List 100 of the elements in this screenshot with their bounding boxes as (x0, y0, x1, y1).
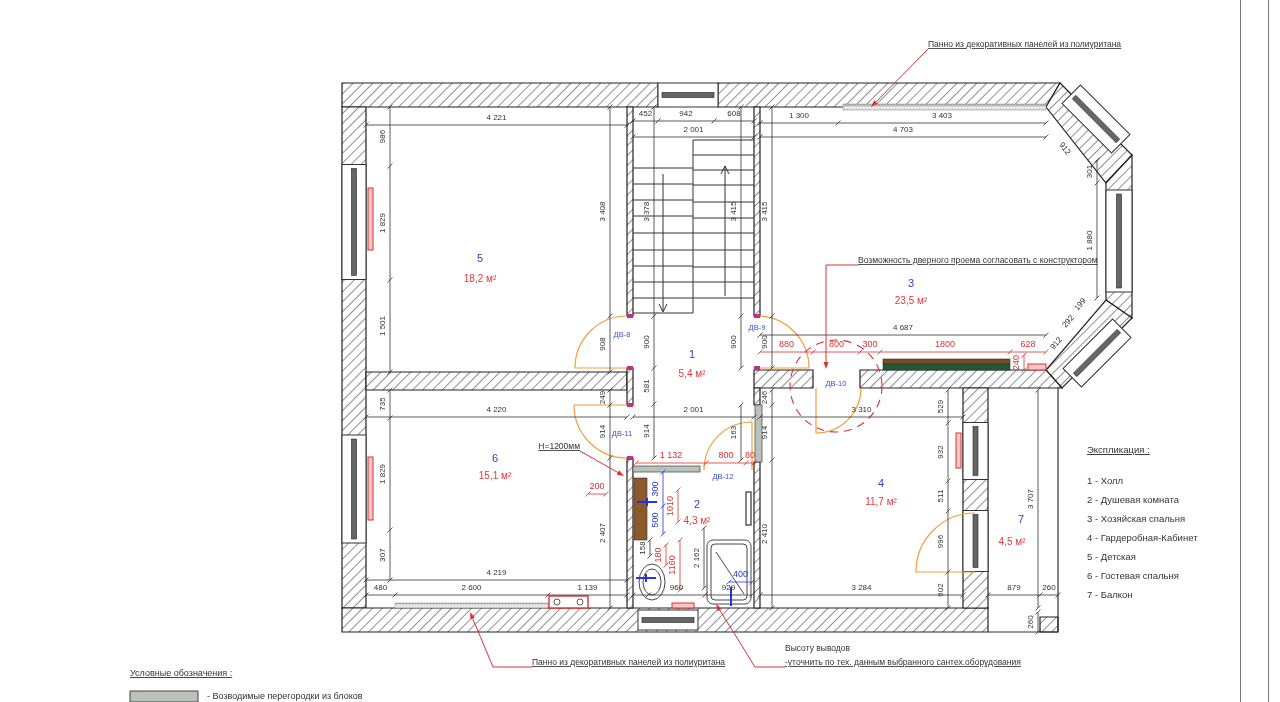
dimension-label: 3 403 (932, 111, 952, 120)
dimension-label: 163 (729, 425, 738, 440)
leader-arrow (871, 48, 929, 107)
dimension-label: 912 (1057, 140, 1073, 157)
dimension-label: 2 162 (692, 548, 701, 568)
dimension-label: 3 408 (598, 201, 607, 222)
room-number: 6 (491, 452, 499, 464)
explication-item: 5 - Детская (1087, 551, 1136, 562)
annotation: Панно из декоративных панелей из полиуритана (532, 657, 726, 667)
dimension-label: 246 (760, 390, 769, 405)
room-area: 4,5 м² (998, 536, 1026, 547)
legend-swatch (129, 690, 199, 702)
dimension-label: 2 407 (598, 523, 607, 543)
shower-tray (706, 539, 752, 605)
dimension-line (647, 537, 653, 559)
dimension-label: 1 139 (577, 583, 598, 592)
dimension-label: 628 (1020, 339, 1036, 349)
dimension-line (726, 579, 755, 585)
room-number: 1 (688, 348, 696, 360)
room-area: 5,4 м² (678, 368, 706, 379)
legend-label: - Возводимые перегородки из блоков (207, 691, 363, 701)
dimension-label: 1 829 (378, 464, 387, 484)
dimension-label: 199 (1072, 296, 1088, 313)
dimension-label: 912 (1048, 335, 1064, 352)
dimension-label: 260 (1042, 583, 1056, 592)
dimension-label: 996 (936, 534, 945, 549)
dimension-line (675, 487, 681, 525)
leader-arrow (470, 612, 533, 668)
dimension-label: 986 (378, 129, 387, 144)
dimension-label: 400 (733, 569, 748, 579)
annotation: Панно из декоративных панелей из полиуритана (928, 39, 1122, 49)
dimension-label: 260 (1026, 615, 1035, 629)
dimension-label: 500 (650, 512, 660, 528)
dimension-label: 942 (679, 109, 693, 118)
room-area: 15,1 м² (478, 470, 512, 481)
dimension-label: 307 (378, 548, 387, 562)
annotation: Возможность дверного проема согласовать с конструктором (858, 255, 1098, 265)
room-number: 3 (907, 277, 915, 289)
dimension-label: 929 (721, 583, 736, 592)
dimension-label: 1 880 (1085, 230, 1094, 251)
room-area: 11,7 м² (865, 496, 897, 507)
room-area: 18,2 м² (463, 273, 497, 284)
explication-item: 3 - Хозяйская спальня (1087, 513, 1186, 524)
dimension-label: 529 (936, 399, 945, 414)
room-number: 7 (1017, 513, 1025, 525)
dimension-label: 2 001 (683, 125, 704, 134)
dimension-label: 1 501 (378, 316, 387, 336)
dimension-label: 3 378 (642, 201, 651, 222)
dimension-label: 4 219 (486, 568, 507, 577)
radiator (367, 187, 374, 251)
annotation: Н=1200мм (538, 441, 580, 451)
window (962, 422, 989, 480)
dimension-label: 180 (653, 547, 663, 563)
legend-title: Условные обозначения : (130, 668, 233, 678)
dimension-label: 3 284 (851, 583, 872, 592)
annotation: Высоту выводов -уточнить по тех. данным выбранного сантех.оборудования (785, 643, 1021, 667)
door-swing (574, 314, 633, 370)
dimension-label: 292 (1060, 313, 1076, 330)
pipe-outlet (635, 573, 657, 583)
dimension-label: 581 (642, 379, 651, 393)
dimension-label: 1 132 (659, 450, 683, 460)
radiator (671, 602, 695, 609)
partition (754, 404, 763, 463)
window (962, 510, 989, 572)
dimension-label: 300 (862, 339, 878, 349)
dimension-label: 914 (598, 424, 607, 439)
dimension-label: 879 (1007, 583, 1021, 592)
explication-item: 1 - Холл (1087, 475, 1124, 486)
door-swing (915, 512, 976, 573)
dimension-label: 301 (1085, 164, 1094, 179)
dimension-label: 3 310 (851, 405, 872, 414)
dimension-label: 158 (638, 541, 647, 555)
explication-title: Экспликация : (1087, 444, 1150, 455)
room-area: 4,3 м² (683, 515, 711, 526)
dimension-label: 200 (589, 481, 605, 491)
dimension-label: 4 220 (486, 405, 507, 414)
toilet (638, 563, 666, 601)
dimension-label: 1800 (935, 339, 955, 349)
dimension-label: 914 (760, 425, 769, 440)
dimension-label: 880 (779, 339, 794, 349)
dimension-label: 908 (598, 337, 607, 351)
dimension-label: 602 (936, 583, 945, 597)
dimension-label: 960 (669, 583, 684, 592)
leader-arrow (579, 450, 624, 476)
radiator (367, 456, 374, 521)
dimension-label: 480 (373, 583, 388, 592)
dimension-label: 800 (718, 450, 734, 460)
dimension-label: 1 300 (789, 111, 809, 120)
pipe-outlet (636, 497, 658, 507)
dimension-label: 608 (727, 109, 741, 118)
explication-item: 4 - Гардеробная-Кабинет (1087, 532, 1198, 543)
dimension-label: 900 (729, 335, 738, 349)
dimension-line (663, 542, 669, 568)
explication-item: 6 - Гостевая спальня (1087, 570, 1179, 581)
dimension-label: 2 600 (461, 583, 482, 592)
dimension-label: 1160 (667, 555, 677, 575)
room-number: 4 (877, 477, 885, 489)
dimension-label: 452 (638, 109, 653, 118)
towel-rail (745, 491, 752, 526)
dimension-label: 3 415 (729, 201, 738, 222)
